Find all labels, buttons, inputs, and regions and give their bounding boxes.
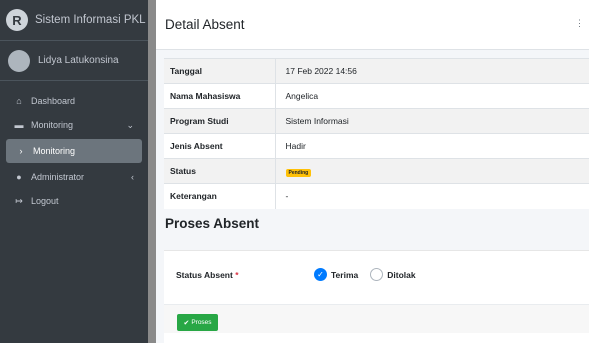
- brand[interactable]: R Sistem Informasi PKL: [0, 0, 148, 41]
- brand-name: Sistem Informasi PKL: [35, 14, 146, 26]
- table-row: Tanggal 17 Feb 2022 14:56: [164, 58, 589, 84]
- sidebar-item-monitoring[interactable]: ▬ Monitoring ⌄: [4, 113, 144, 137]
- row-value: Angelica: [274, 83, 589, 109]
- user-name: Lidya Latukonsina: [38, 55, 119, 66]
- row-value: 17 Feb 2022 14:56: [274, 58, 589, 84]
- proses-button[interactable]: ✔ Proses: [177, 314, 218, 331]
- check-icon: ✔: [183, 319, 190, 327]
- table-row: Keterangan -: [164, 183, 589, 209]
- page-title: Detail Absent: [165, 17, 245, 32]
- sidebar-edge: [148, 0, 156, 343]
- avatar: [8, 49, 30, 72]
- proses-card: Status Absent * ✓ Terima Ditolak ✔ Prose…: [164, 250, 589, 343]
- sidebar-item-label: Monitoring: [33, 146, 76, 156]
- row-label: Nama Mahasiswa: [164, 83, 275, 109]
- row-label: Status: [164, 158, 275, 184]
- sidebar: R Sistem Informasi PKL Lidya Latukonsina…: [0, 0, 148, 343]
- chevron-down-icon: ⌄: [126, 119, 134, 130]
- main-content: Detail Absent ⋮ Tanggal 17 Feb 2022 14:5…: [156, 0, 589, 343]
- brand-logo-icon: R: [6, 9, 28, 31]
- detail-table: Tanggal 17 Feb 2022 14:56 Nama Mahasiswa…: [164, 58, 589, 209]
- table-row: Nama Mahasiswa Angelica: [164, 83, 589, 109]
- proses-button-label: Proses: [191, 319, 212, 326]
- sidebar-item-label: Monitoring: [31, 120, 74, 130]
- table-row: Status Pending: [164, 158, 589, 184]
- radio-circle-icon[interactable]: [370, 268, 384, 281]
- status-form-row: Status Absent * ✓ Terima Ditolak: [176, 268, 428, 281]
- status-label: Status Absent *: [176, 270, 314, 280]
- radio-ditolak[interactable]: Ditolak: [370, 268, 416, 281]
- status-badge: Pending: [285, 168, 312, 177]
- table-row: Jenis Absent Hadir: [164, 133, 589, 159]
- sidebar-item-dashboard[interactable]: ⌂ Dashboard: [4, 89, 144, 113]
- row-label: Tanggal: [164, 58, 275, 84]
- sidebar-item-label: Logout: [31, 196, 59, 206]
- chevron-left-icon: ‹: [131, 172, 134, 182]
- sidebar-item-label: Administrator: [31, 172, 85, 182]
- check-icon[interactable]: ✓: [314, 268, 327, 281]
- page-header: Detail Absent ⋮: [156, 0, 589, 50]
- row-value: Hadir: [274, 133, 589, 159]
- radio-terima[interactable]: ✓ Terima: [314, 268, 358, 281]
- sidebar-subitem-monitoring[interactable]: › Monitoring: [6, 139, 142, 163]
- row-label: Program Studi: [164, 108, 275, 134]
- user-icon: ●: [16, 172, 22, 182]
- sidebar-item-label: Dashboard: [31, 96, 76, 106]
- radio-label: Terima: [331, 269, 359, 280]
- card-footer: ✔ Proses: [164, 304, 589, 333]
- required-mark: *: [235, 269, 239, 280]
- chart-icon: ▬: [14, 120, 24, 130]
- sidebar-item-logout[interactable]: ↦ Logout: [4, 189, 144, 213]
- row-value: Sistem Informasi: [274, 108, 589, 134]
- table-row: Program Studi Sistem Informasi: [164, 108, 589, 134]
- chevron-right-icon: ›: [19, 146, 23, 156]
- radio-label: Ditolak: [387, 269, 416, 280]
- sidebar-item-administrator[interactable]: ● Administrator ‹: [4, 165, 144, 189]
- status-label-text: Status Absent: [176, 269, 233, 280]
- sidebar-nav: ⌂ Dashboard ▬ Monitoring ⌄ › Monitoring …: [0, 81, 148, 213]
- row-value: Pending: [274, 158, 589, 184]
- row-label: Keterangan: [164, 183, 275, 209]
- section-title: Proses Absent: [165, 216, 260, 231]
- user-panel[interactable]: Lidya Latukonsina: [0, 41, 148, 81]
- more-icon[interactable]: ⋮: [575, 18, 584, 29]
- logout-icon: ↦: [15, 195, 23, 206]
- row-value: -: [274, 183, 589, 209]
- row-label: Jenis Absent: [164, 133, 275, 159]
- home-icon: ⌂: [16, 96, 22, 106]
